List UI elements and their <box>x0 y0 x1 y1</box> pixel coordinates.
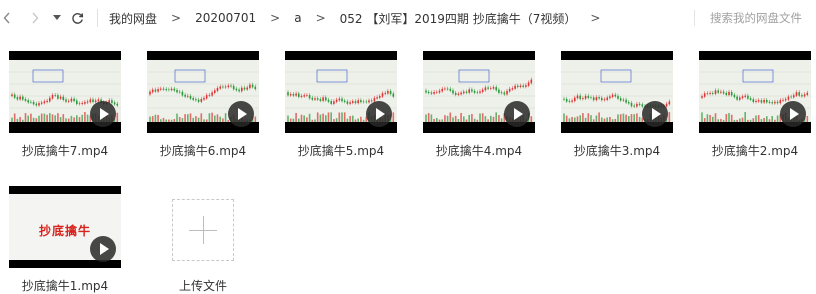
forward-icon[interactable] <box>28 6 42 30</box>
upload-button[interactable] <box>172 199 234 261</box>
search-divider <box>694 10 695 26</box>
file-name: 抄底擒牛5.mp4 <box>297 144 385 158</box>
video-thumbnail-chart[interactable] <box>147 51 259 133</box>
breadcrumb-separator: > <box>315 11 326 25</box>
back-icon[interactable] <box>0 6 14 30</box>
file-name: 抄底擒牛3.mp4 <box>573 144 661 158</box>
video-thumbnail-chart[interactable] <box>9 51 121 133</box>
play-icon[interactable] <box>228 101 254 127</box>
file-name: 抄底擒牛2.mp4 <box>711 144 799 158</box>
video-thumbnail-title[interactable]: 抄底擒牛 <box>9 186 121 268</box>
toolbar-divider <box>97 9 98 27</box>
video-thumbnail-chart[interactable] <box>699 51 811 133</box>
play-icon[interactable] <box>642 101 668 127</box>
video-thumbnail-chart[interactable] <box>423 51 535 133</box>
file-name: 抄底擒牛1.mp4 <box>21 279 109 293</box>
file-name: 抄底擒牛7.mp4 <box>21 144 109 158</box>
breadcrumb-separator: > <box>270 11 281 25</box>
history-dropdown-icon[interactable] <box>51 6 63 30</box>
video-thumbnail-chart[interactable] <box>285 51 397 133</box>
refresh-icon[interactable] <box>69 6 85 30</box>
play-icon[interactable] <box>780 101 806 127</box>
play-icon[interactable] <box>90 236 116 262</box>
breadcrumb-item-root[interactable]: 我的网盘 <box>109 10 157 27</box>
file-name: 抄底擒牛4.mp4 <box>435 144 523 158</box>
breadcrumb-item-subfolder[interactable]: a <box>294 11 301 25</box>
breadcrumb-item-folder[interactable]: 20200701 <box>195 11 256 25</box>
video-thumbnail-chart[interactable] <box>561 51 673 133</box>
breadcrumb: 我的网盘 > 20200701 > a > 052 【刘军】2019四期 抄底擒… <box>109 0 614 36</box>
breadcrumb-item-current[interactable]: 052 【刘军】2019四期 抄底擒牛（7视频） <box>340 10 577 27</box>
file-name: 抄底擒牛6.mp4 <box>159 144 247 158</box>
toolbar: 我的网盘 > 20200701 > a > 052 【刘军】2019四期 抄底擒… <box>0 0 816 36</box>
upload-label: 上传文件 <box>178 279 227 293</box>
search-input[interactable] <box>710 9 816 27</box>
play-icon[interactable] <box>504 101 530 127</box>
play-icon[interactable] <box>366 101 392 127</box>
breadcrumb-separator: > <box>171 11 182 25</box>
play-icon[interactable] <box>90 101 116 127</box>
breadcrumb-expand-arrow[interactable]: > <box>590 11 600 25</box>
